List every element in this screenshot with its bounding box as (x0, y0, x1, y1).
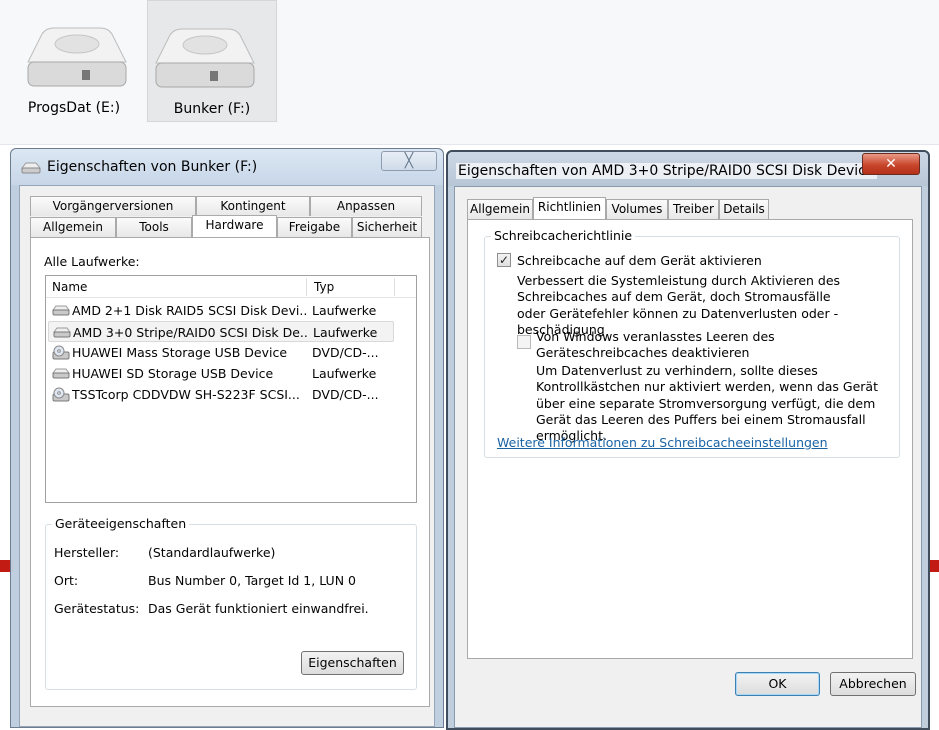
tab-row: Allgemein Richtlinien Volumes Treiber De… (467, 197, 907, 219)
drive-type: DVD/CD-... (312, 387, 379, 402)
drive-name: HUAWEI SD Storage USB Device (72, 366, 274, 381)
title-bar[interactable]: Eigenschaften von Bunker (F:) ╳ (11, 149, 443, 185)
window-body: Vorgängerversionen Kontingent Anpassen A… (19, 185, 435, 727)
window-title: Eigenschaften von AMD 3+0 Stripe/RAID0 S… (456, 163, 877, 179)
window-body: Allgemein Richtlinien Volumes Treiber De… (454, 186, 922, 728)
drive-name: TSSTcorp CDDVDW SH-S223F SCSI... (72, 387, 300, 402)
tab-policies[interactable]: Richtlinien (533, 197, 606, 219)
drive-icon (21, 162, 41, 174)
drive-type: Laufwerke (313, 325, 378, 340)
cancel-button[interactable]: Abbrechen (830, 672, 916, 696)
tab-security[interactable]: Sicherheit (352, 217, 422, 237)
list-item[interactable]: AMD 2+1 Disk RAID5 SCSI Disk Devi... Lau… (48, 300, 394, 321)
enable-write-cache-checkbox[interactable]: ✓ (497, 253, 511, 267)
tab-tools[interactable]: Tools (116, 217, 192, 237)
tab-volumes[interactable]: Volumes (606, 199, 668, 219)
tab-row-2: Allgemein Tools Hardware Freigabe Sicher… (30, 215, 430, 237)
disk-drive-icon (52, 305, 70, 316)
hardware-tab-panel: Alle Laufwerke: Name Typ AMD 2+1 Disk RA… (30, 237, 430, 707)
drive-type: DVD/CD-... (312, 345, 379, 360)
status-label: Gerätestatus: (54, 601, 140, 616)
checkmark-icon: ✓ (498, 253, 510, 267)
drive-type: Laufwerke (312, 303, 377, 318)
status-value: Das Gerät funktioniert einwandfrei. (148, 601, 369, 616)
list-item[interactable]: HUAWEI Mass Storage USB Device DVD/CD-..… (48, 342, 394, 363)
hard-drive-icon (27, 27, 127, 87)
disable-flush-label[interactable]: Von Windows veranlasstes Leeren des Gerä… (536, 329, 896, 361)
ok-button[interactable]: OK (735, 672, 820, 696)
disk-drive-icon (52, 368, 70, 379)
window-title: Eigenschaften von Bunker (F:) (47, 159, 258, 175)
tab-customize[interactable]: Anpassen (310, 196, 422, 216)
manufacturer-label: Hersteller: (54, 545, 120, 560)
tab-driver[interactable]: Treiber (668, 199, 719, 219)
drive-name: AMD 3+0 Stripe/RAID0 SCSI Disk De... (73, 325, 309, 340)
list-item[interactable]: TSSTcorp CDDVDW SH-S223F SCSI... DVD/CD-… (48, 384, 394, 405)
close-button[interactable]: ╳ (381, 151, 437, 171)
drive-tile-bunker[interactable]: Bunker (F:) (147, 0, 277, 122)
drive-tile-progsdat[interactable]: ProgsDat (E:) (8, 0, 140, 122)
drive-type: Laufwerke (312, 366, 377, 381)
drive-label: Bunker (F:) (173, 101, 251, 117)
properties-window-bunker: Eigenschaften von Bunker (F:) ╳ Vorgänge… (10, 148, 444, 728)
device-properties-group: Geräteeigenschaften Hersteller: (Standar… (45, 516, 417, 690)
all-drives-label: Alle Laufwerke: (44, 254, 140, 269)
drive-strip: ProgsDat (E:) Bunker (F:) (0, 0, 939, 145)
column-separator[interactable] (394, 278, 395, 296)
cd-drive-icon (52, 387, 70, 402)
location-label: Ort: (54, 573, 79, 588)
column-separator[interactable] (306, 278, 307, 296)
tab-general[interactable]: Allgemein (467, 199, 533, 219)
tab-general[interactable]: Allgemein (30, 217, 116, 237)
tab-row-1: Vorgängerversionen Kontingent Anpassen (30, 196, 430, 216)
location-value: Bus Number 0, Target Id 1, LUN 0 (148, 573, 356, 588)
drive-label: ProgsDat (E:) (27, 100, 121, 116)
cd-drive-icon (52, 345, 70, 360)
drives-list[interactable]: Name Typ AMD 2+1 Disk RAID5 SCSI Disk De… (45, 275, 417, 503)
close-button[interactable]: ✕ (862, 153, 920, 175)
tab-hardware[interactable]: Hardware (192, 215, 277, 237)
disk-drive-icon (53, 327, 71, 338)
column-type[interactable]: Typ (314, 280, 334, 294)
more-info-link[interactable]: Weitere Informationen zu Schreibcacheein… (497, 435, 828, 450)
properties-button[interactable]: Eigenschaften (301, 651, 404, 675)
group-legend: Geräteeigenschaften (52, 516, 190, 531)
column-name[interactable]: Name (52, 280, 87, 294)
tab-sharing[interactable]: Freigabe (277, 217, 352, 237)
disable-flush-description: Um Datenverlust zu verhindern, sollte di… (536, 363, 878, 444)
disable-flush-checkbox[interactable] (517, 335, 531, 349)
write-cache-policy-group: Schreibcacherichtlinie ✓ Schreibcache au… (484, 228, 900, 458)
tab-previous-versions[interactable]: Vorgängerversionen (30, 196, 196, 216)
drive-name: HUAWEI Mass Storage USB Device (72, 345, 288, 360)
tab-quota[interactable]: Kontingent (196, 196, 310, 216)
list-header: Name Typ (46, 276, 416, 298)
device-properties-window: Eigenschaften von AMD 3+0 Stripe/RAID0 S… (446, 150, 930, 730)
group-legend: Schreibcacherichtlinie (491, 228, 636, 243)
title-bar[interactable]: Eigenschaften von AMD 3+0 Stripe/RAID0 S… (448, 152, 928, 186)
tab-details[interactable]: Details (719, 199, 769, 219)
drive-name: AMD 2+1 Disk RAID5 SCSI Disk Devi... (72, 303, 308, 318)
manufacturer-value: (Standardlaufwerke) (148, 545, 276, 560)
enable-write-cache-label[interactable]: Schreibcache auf dem Gerät aktivieren (517, 253, 762, 268)
list-item-selected[interactable]: AMD 3+0 Stripe/RAID0 SCSI Disk De... Lau… (48, 321, 394, 342)
hard-drive-icon (155, 28, 255, 88)
policies-tab-panel: Schreibcacherichtlinie ✓ Schreibcache au… (467, 219, 913, 659)
list-item[interactable]: HUAWEI SD Storage USB Device Laufwerke (48, 363, 394, 384)
